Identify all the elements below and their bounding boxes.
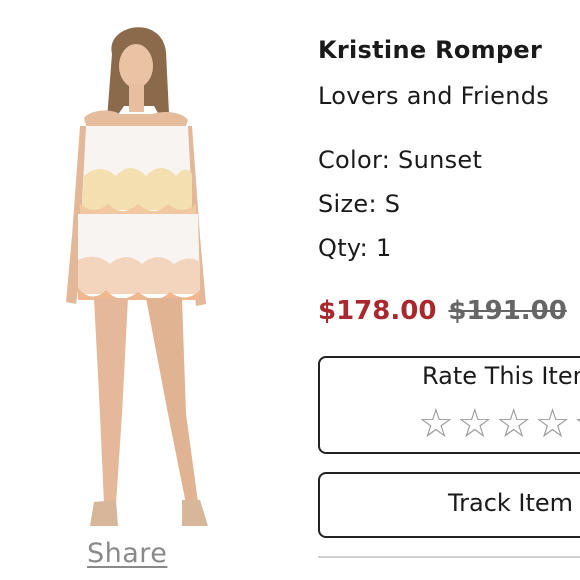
- divider: [318, 556, 580, 558]
- track-item-button[interactable]: Track Item: [318, 472, 580, 538]
- product-brand[interactable]: Lovers and Friends: [318, 82, 549, 110]
- product-color: Color: Sunset: [318, 146, 483, 174]
- star-outline-icon[interactable]: ☆: [535, 404, 571, 444]
- sale-price: $178.00: [318, 296, 437, 326]
- product-quantity: Qty: 1: [318, 234, 392, 262]
- product-photo-illustration: [66, 27, 208, 526]
- product-image[interactable]: [50, 14, 226, 540]
- share-link[interactable]: Share: [87, 538, 167, 569]
- star-rating[interactable]: ☆☆☆☆☆: [418, 404, 580, 444]
- product-details: Kristine Romper Lovers and Friends Color…: [318, 0, 580, 580]
- star-outline-icon[interactable]: ☆: [496, 404, 532, 444]
- product-size: Size: S: [318, 190, 401, 218]
- track-item-label: Track Item: [448, 489, 574, 517]
- rate-item-box: Rate This Item ☆☆☆☆☆: [318, 356, 580, 454]
- star-outline-icon[interactable]: ☆: [573, 404, 580, 444]
- star-outline-icon[interactable]: ☆: [418, 404, 454, 444]
- product-detail-page: Share Kristine Romper Lovers and Friends…: [0, 0, 580, 580]
- original-price: $191.00: [448, 296, 567, 326]
- product-title: Kristine Romper: [318, 36, 543, 64]
- rate-item-label: Rate This Item: [422, 362, 580, 390]
- star-outline-icon[interactable]: ☆: [457, 404, 493, 444]
- price-row: $178.00 $191.00: [318, 296, 567, 326]
